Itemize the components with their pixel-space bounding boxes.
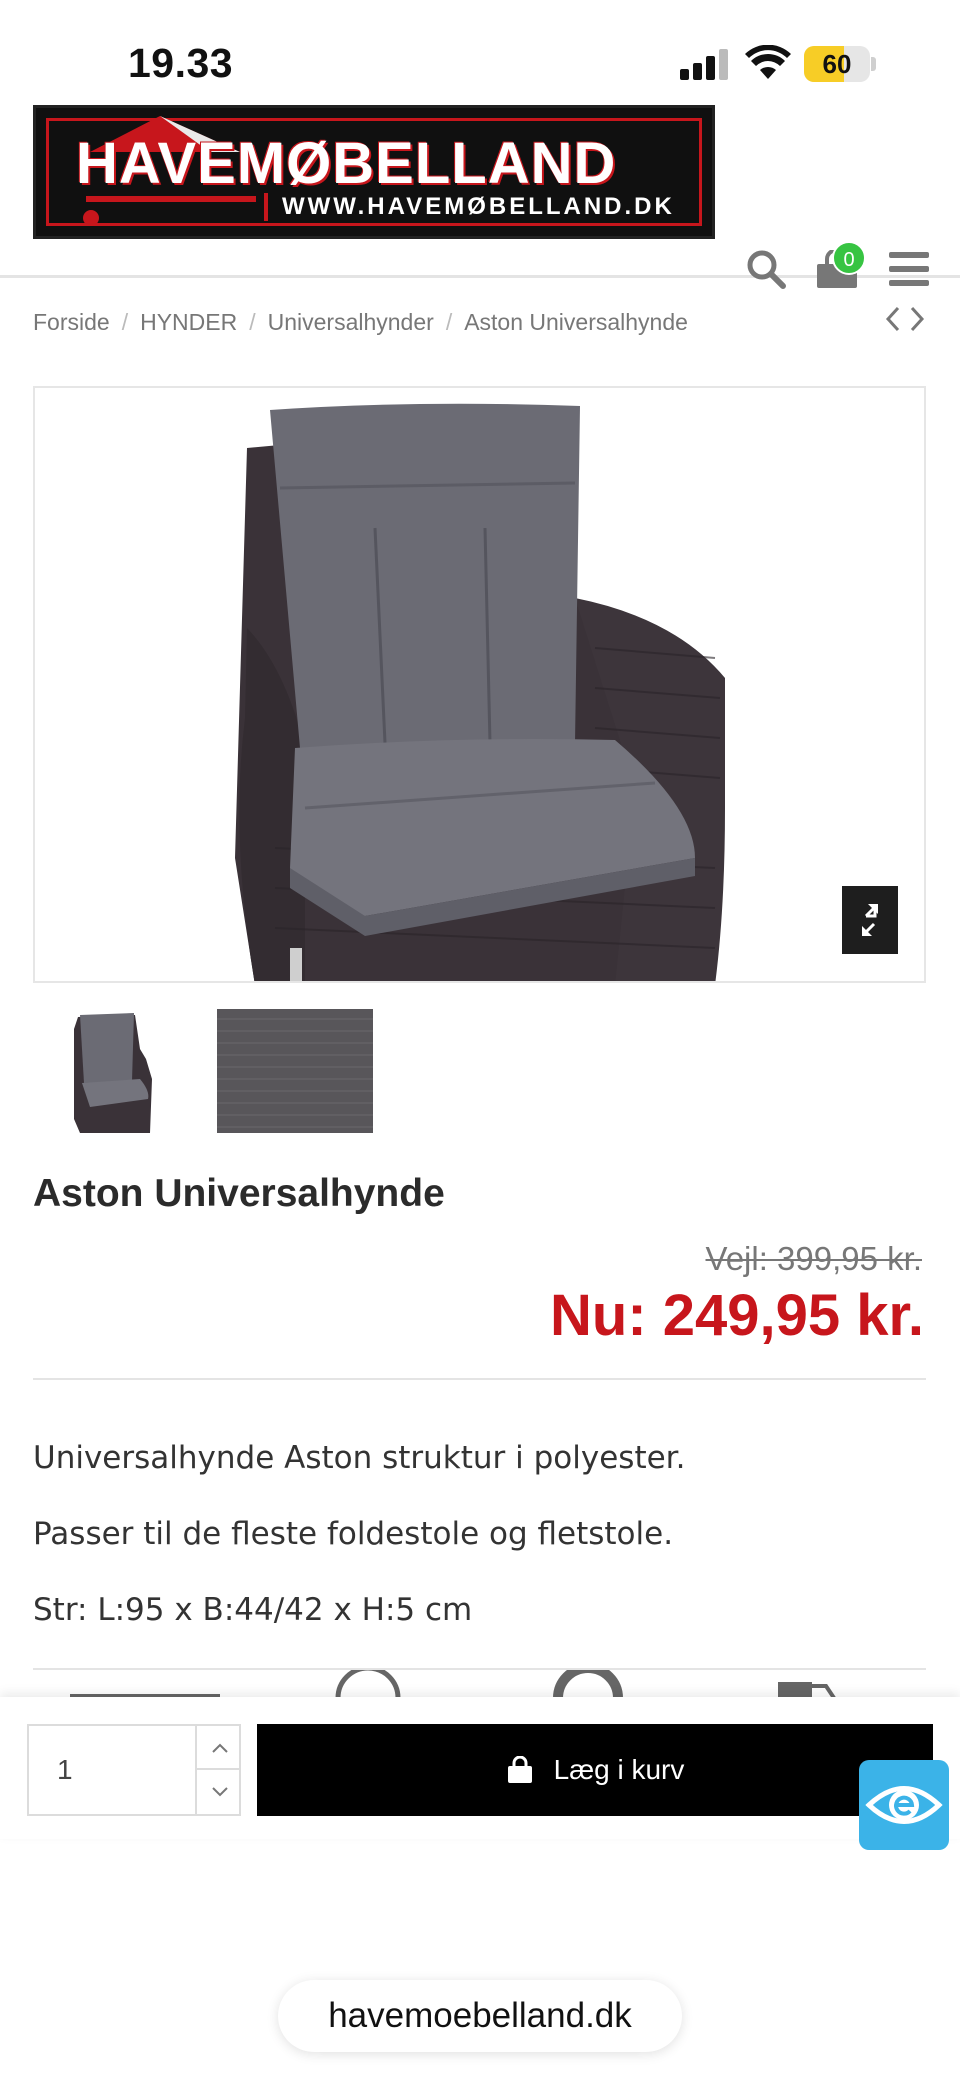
breadcrumb-separator: /	[445, 308, 453, 335]
current-price: Nu: 249,95 kr.	[550, 1283, 924, 1348]
chair-thumbnail-image	[74, 1013, 152, 1133]
search-icon[interactable]	[746, 249, 786, 289]
quantity-input[interactable]: 1	[57, 1726, 73, 1814]
breadcrumb-item-universalhynder[interactable]: Universalhynder	[268, 309, 434, 336]
quantity-stepper: 1	[27, 1724, 241, 1816]
status-bar: 19.33 60	[0, 0, 960, 100]
shopping-bag-icon	[507, 1756, 532, 1783]
status-time: 19.33	[128, 40, 234, 86]
breadcrumb-separator: /	[121, 308, 129, 335]
expand-icon	[862, 904, 878, 936]
signal-icon	[680, 48, 730, 80]
breadcrumb-item-current: Aston Universalhynde	[464, 308, 688, 335]
breadcrumb-separator: /	[249, 308, 256, 335]
logo-text: HAVEMØBELLAND	[76, 131, 617, 196]
site-logo[interactable]: HAVEMØBELLAND WWW.HAVEMØBELLAND.DK	[33, 105, 715, 239]
add-to-cart-label: Læg i kurv	[553, 1754, 685, 1785]
menu-icon[interactable]	[889, 252, 929, 286]
product-title: Aston Universalhynde	[33, 1172, 445, 1215]
fabric-texture-image	[217, 1009, 373, 1133]
browser-url-bar[interactable]: havemoebelland.dk	[278, 1980, 682, 2052]
add-to-cart-bar: 1 Læg i kurv	[0, 1697, 960, 1839]
product-thumbnail-2[interactable]	[217, 1009, 373, 1133]
wifi-icon	[745, 45, 791, 79]
breadcrumb-item-forside[interactable]: Forside	[33, 309, 110, 336]
product-main-image[interactable]	[33, 386, 926, 983]
battery-percent: 60	[822, 49, 852, 79]
divider	[33, 1378, 926, 1380]
breadcrumb: Forside / HYNDER / Universalhynder / Ast…	[33, 302, 688, 342]
description-line: Str: L:95 x B:44/42 x H:5 cm	[33, 1592, 473, 1628]
usp-icons	[70, 1670, 836, 1698]
cart-graphic	[83, 210, 99, 226]
chevron-down-icon	[212, 1787, 228, 1797]
battery-icon: 60	[804, 46, 876, 82]
usp-icons-row	[0, 1670, 960, 1698]
eye-e-icon	[865, 1786, 943, 1824]
site-header: HAVEMØBELLAND WWW.HAVEMØBELLAND.DK 0	[0, 100, 960, 289]
e-mark-badge[interactable]	[859, 1760, 949, 1850]
quantity-increase-button[interactable]	[195, 1726, 241, 1770]
description-line: Universalhynde Aston struktur i polyeste…	[33, 1440, 686, 1476]
add-to-cart-button[interactable]: Læg i kurv	[257, 1724, 933, 1816]
old-price: Vejl: 399,95 kr.	[705, 1240, 922, 1277]
chair-image	[235, 403, 725, 981]
expand-image-button[interactable]	[842, 886, 898, 954]
breadcrumb-item-hynder[interactable]: HYNDER	[140, 309, 237, 336]
description-line: Passer til de fleste foldestole og flets…	[33, 1516, 674, 1552]
chevron-up-icon	[212, 1743, 228, 1753]
quantity-decrease-button[interactable]	[195, 1770, 241, 1814]
prev-next-product-icon[interactable]	[884, 304, 926, 334]
cart-count-badge: 0	[832, 241, 866, 275]
logo-url: WWW.HAVEMØBELLAND.DK	[264, 193, 675, 221]
product-thumbnail-1[interactable]	[60, 1009, 170, 1133]
